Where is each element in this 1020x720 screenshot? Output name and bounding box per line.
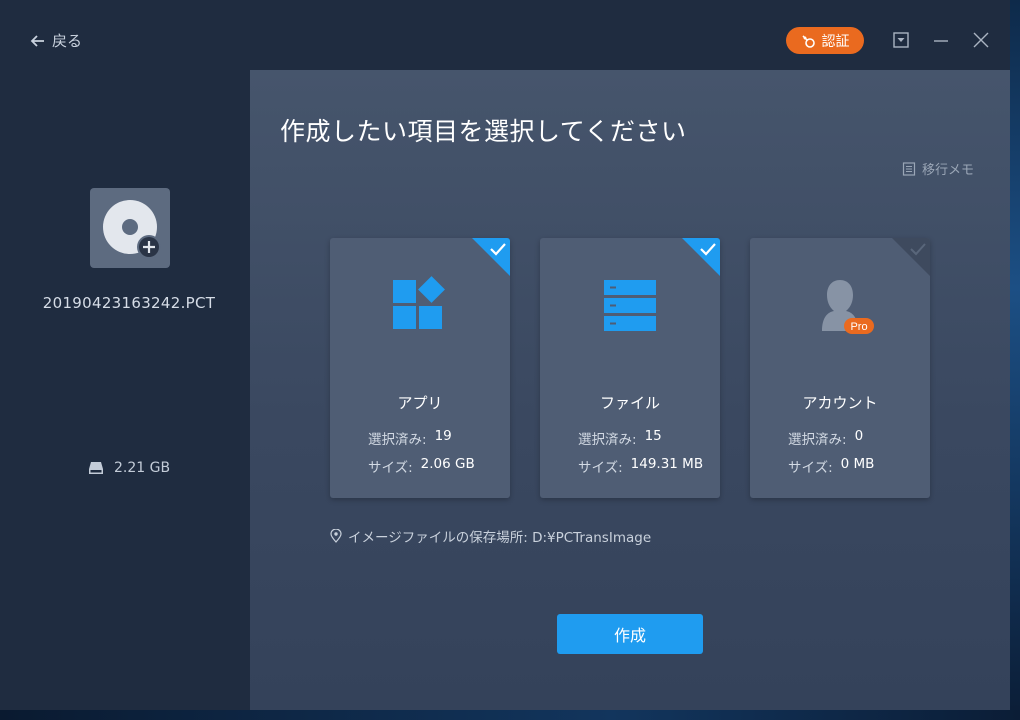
main-panel: 作成したい項目を選択してください 移行メモ アプリ 選択済み: 19 サイズ: … (250, 70, 1010, 710)
selected-value: 19 (434, 428, 452, 444)
apps-icon (393, 276, 445, 329)
auth-label: 認証 (821, 33, 850, 50)
drive-icon (89, 462, 103, 474)
memo-label: 移行メモ (922, 163, 975, 178)
image-size-value: 2.21 GB (114, 460, 171, 476)
memo-icon (902, 161, 916, 176)
plus-badge-icon (137, 235, 161, 259)
selected-value: 0 (854, 428, 864, 444)
desktop-background (1010, 0, 1020, 720)
files-icon (604, 280, 656, 331)
menu-dropdown-button[interactable] (891, 30, 911, 50)
svg-text:Pro: Pro (850, 321, 867, 333)
back-button[interactable]: 戻る (30, 30, 82, 51)
selected-count: 選択済み: 19 (368, 428, 508, 448)
minimize-button[interactable] (931, 30, 951, 50)
card-files[interactable]: ファイル 選択済み: 15 サイズ: 149.31 MB (540, 238, 720, 498)
size-info: サイズ: 2.06 GB (368, 456, 508, 476)
size-value: 0 MB (840, 456, 875, 472)
size-value: 149.31 MB (630, 456, 704, 472)
image-size: 2.21 GB (88, 460, 170, 476)
page-title: 作成したい項目を選択してください (280, 117, 687, 146)
account-icon: Pro (822, 280, 874, 334)
size-info: サイズ: 0 MB (788, 456, 928, 476)
size-value: 2.06 GB (420, 456, 475, 472)
create-button[interactable]: 作成 (557, 614, 703, 654)
disk-image-icon (90, 188, 170, 268)
migration-memo-link[interactable]: 移行メモ (902, 159, 974, 178)
dropdown-box-icon (893, 32, 909, 48)
image-file-name: 20190423163242.PCT (42, 294, 216, 312)
close-icon (973, 32, 989, 48)
card-apps[interactable]: アプリ 選択済み: 19 サイズ: 2.06 GB (330, 238, 510, 498)
arrow-left-icon (30, 34, 44, 47)
selected-label: 選択済み: (788, 432, 847, 448)
close-button[interactable] (971, 30, 991, 50)
card-label: ファイル (599, 394, 660, 412)
selected-label: 選択済み: (368, 432, 427, 448)
app-window: 戻る 認証 20190423163242.PCT 2.21 GB 作成したい項目… (0, 0, 1010, 710)
size-label: サイズ: (578, 460, 623, 476)
size-info: サイズ: 149.31 MB (578, 456, 718, 476)
pro-badge: Pro (844, 318, 874, 334)
minimize-icon (934, 40, 948, 42)
location-pin-icon (330, 529, 342, 543)
key-icon (801, 34, 815, 48)
back-label: 戻る (52, 32, 83, 50)
title-bar: 戻る 認証 (0, 0, 1010, 70)
card-account[interactable]: Pro アカウント 選択済み: 0 サイズ: 0 MB (750, 238, 930, 498)
selected-count: 選択済み: 15 (578, 428, 718, 448)
auth-button[interactable]: 認証 (786, 27, 864, 54)
selected-count: 選択済み: 0 (788, 428, 928, 448)
save-location-text: イメージファイルの保存場所: D:¥PCTransImage (348, 530, 652, 546)
selected-value: 15 (644, 428, 662, 444)
selected-label: 選択済み: (578, 432, 637, 448)
sidebar: 20190423163242.PCT 2.21 GB (0, 70, 250, 710)
size-label: サイズ: (788, 460, 833, 476)
card-label: アプリ (397, 394, 443, 412)
desktop-background-bottom (0, 710, 1020, 720)
save-location: イメージファイルの保存場所: D:¥PCTransImage (330, 526, 651, 546)
card-label: アカウント (802, 394, 878, 412)
size-label: サイズ: (368, 460, 413, 476)
